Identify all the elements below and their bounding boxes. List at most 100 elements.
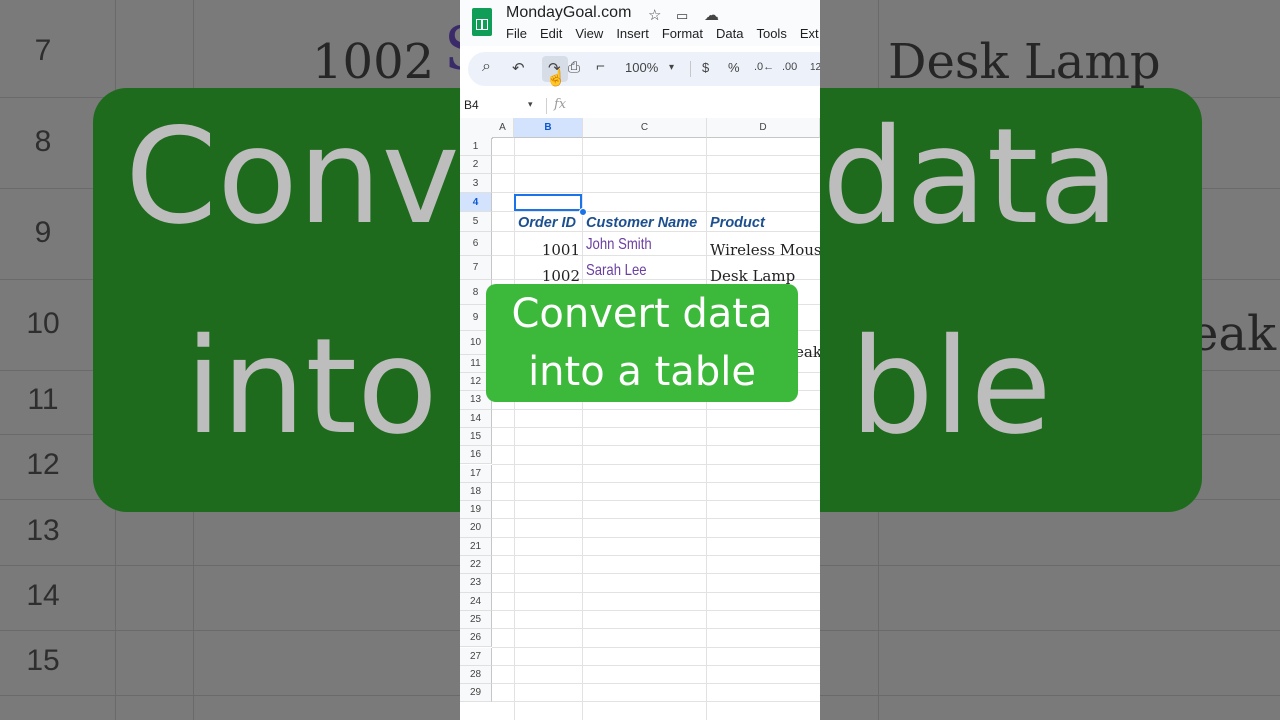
column-header-a[interactable]: A: [492, 118, 514, 138]
caption-banner: Convert data into a table: [486, 284, 798, 402]
row-gridline: [492, 463, 820, 465]
row-header-20[interactable]: 20: [460, 519, 492, 538]
star-icon[interactable]: ☆: [648, 6, 661, 24]
currency-format-button[interactable]: $: [702, 60, 709, 75]
row-gridline: [492, 664, 820, 666]
column-header-c[interactable]: C: [583, 118, 707, 138]
print-icon[interactable]: ⎙: [568, 59, 580, 76]
bg-banner-text: into: [185, 310, 438, 464]
row-header-19[interactable]: 19: [460, 501, 492, 520]
column-header-d[interactable]: D: [707, 118, 820, 138]
row-gridline: [492, 155, 820, 156]
row-gridline: [492, 211, 820, 212]
column-header-b[interactable]: B: [514, 118, 583, 138]
row-header-5[interactable]: 5: [460, 212, 492, 232]
cloud-status-icon[interactable]: ☁: [704, 6, 719, 24]
menu-bar: File Edit View Insert Format Data Tools Ext: [506, 26, 820, 41]
active-cell-b4[interactable]: [514, 194, 582, 211]
increase-decimal-button[interactable]: .00: [782, 61, 797, 73]
menu-tools[interactable]: Tools: [756, 26, 786, 41]
row-gridline: [492, 445, 820, 447]
cell-product[interactable]: Wireless Mouse: [710, 241, 820, 259]
column-gridline: [582, 138, 583, 720]
row-header-17[interactable]: 17: [460, 464, 492, 483]
toolbar: ⌕ ↶ ↷ ⎙ ⌐ 100% ▾ $ % .0← .00 12: [468, 52, 820, 86]
row-header-28[interactable]: 28: [460, 665, 492, 685]
row-gridline: [492, 173, 820, 174]
undo-icon[interactable]: ↶: [512, 59, 525, 77]
header-customer-name[interactable]: Customer Name: [586, 215, 697, 231]
caption-line-2: into a table: [528, 349, 756, 395]
menu-data[interactable]: Data: [716, 26, 743, 41]
decrease-decimal-button[interactable]: .0←: [754, 61, 774, 73]
row-header-25[interactable]: 25: [460, 610, 492, 630]
header-product[interactable]: Product: [710, 215, 765, 231]
row-header-22[interactable]: 22: [460, 556, 492, 575]
row-header-18[interactable]: 18: [460, 482, 492, 502]
cell-order-id[interactable]: 1001: [516, 241, 580, 259]
menu-view[interactable]: View: [575, 26, 603, 41]
toolbar-divider: [690, 61, 691, 77]
row-header-7[interactable]: 7: [460, 256, 492, 280]
document-title[interactable]: MondayGoal.com: [506, 4, 631, 22]
menu-edit[interactable]: Edit: [540, 26, 562, 41]
menu-extensions[interactable]: Ext: [800, 26, 819, 41]
row-header-26[interactable]: 26: [460, 629, 492, 648]
search-icon[interactable]: ⌕: [482, 58, 491, 76]
zoom-select[interactable]: 100%: [625, 60, 658, 75]
bg-row-number: 8: [34, 125, 52, 158]
row-header-3[interactable]: 3: [460, 174, 492, 193]
menu-format[interactable]: Format: [662, 26, 703, 41]
column-gridline: [514, 138, 515, 720]
bg-row-number: 14: [26, 579, 60, 612]
row-header-2[interactable]: 2: [460, 156, 492, 174]
bg-row-number: 9: [34, 216, 52, 249]
row-gridline: [492, 609, 820, 611]
move-folder-icon[interactable]: ▭: [676, 8, 688, 24]
row-header-29[interactable]: 29: [460, 684, 492, 703]
zoom-caret-icon[interactable]: ▾: [669, 62, 674, 73]
spreadsheet-grid[interactable]: A B C D 1 2 3 4 5 6 7 8 9 10 11 12 13 14 15 16 17 18 19 20 2…: [460, 118, 820, 720]
row-header-21[interactable]: 21: [460, 537, 492, 556]
row-header-15[interactable]: 15: [460, 427, 492, 447]
row-gridline: [492, 555, 820, 556]
name-box-caret-icon[interactable]: ▾: [528, 99, 533, 110]
paint-format-icon[interactable]: ⌐: [596, 58, 605, 75]
row-header-23[interactable]: 23: [460, 574, 492, 593]
header-order-id[interactable]: Order ID: [518, 215, 576, 231]
row-gridline: [492, 408, 820, 410]
row-header-16[interactable]: 16: [460, 446, 492, 465]
name-box[interactable]: B4: [464, 98, 479, 112]
cell-product-partial[interactable]: eak: [795, 343, 820, 361]
row-header-14[interactable]: 14: [460, 409, 492, 428]
formula-bar: B4 ▾ fx: [460, 94, 820, 119]
bg-order-id: 1002: [312, 34, 435, 90]
cell-order-id[interactable]: 1002: [516, 267, 580, 285]
cell-customer-name[interactable]: Sarah Lee: [586, 262, 647, 280]
row-gridline: [492, 646, 820, 648]
title-bar: MondayGoal.com ☆ ▭ ☁ File Edit View Insert F…: [460, 0, 820, 46]
hand-pointer-cursor-icon: ☝: [546, 70, 566, 87]
row-gridline: [492, 628, 820, 630]
more-formats-button[interactable]: 12: [810, 62, 820, 73]
bg-row-number: 11: [27, 383, 59, 416]
bg-banner-text: Conv: [125, 100, 460, 254]
select-all-corner[interactable]: [460, 118, 493, 139]
cell-customer-name[interactable]: John Smith: [586, 236, 652, 254]
fx-icon: fx: [554, 97, 567, 112]
row-header-4[interactable]: 4: [460, 193, 492, 212]
row-header-1[interactable]: 1: [460, 138, 492, 156]
bg-banner-text: data: [822, 100, 1120, 254]
row-header-6[interactable]: 6: [460, 232, 492, 256]
menu-insert[interactable]: Insert: [616, 26, 649, 41]
percent-format-button[interactable]: %: [728, 60, 740, 75]
menu-file[interactable]: File: [506, 26, 527, 41]
sheets-logo-icon[interactable]: [472, 8, 492, 36]
row-gridline: [492, 426, 820, 428]
row-gridline: [492, 500, 820, 502]
row-gridline: [492, 573, 820, 575]
cell-product[interactable]: Desk Lamp: [710, 267, 795, 285]
row-header-24[interactable]: 24: [460, 592, 492, 611]
row-header-27[interactable]: 27: [460, 647, 492, 666]
row-gridline: [492, 701, 820, 703]
